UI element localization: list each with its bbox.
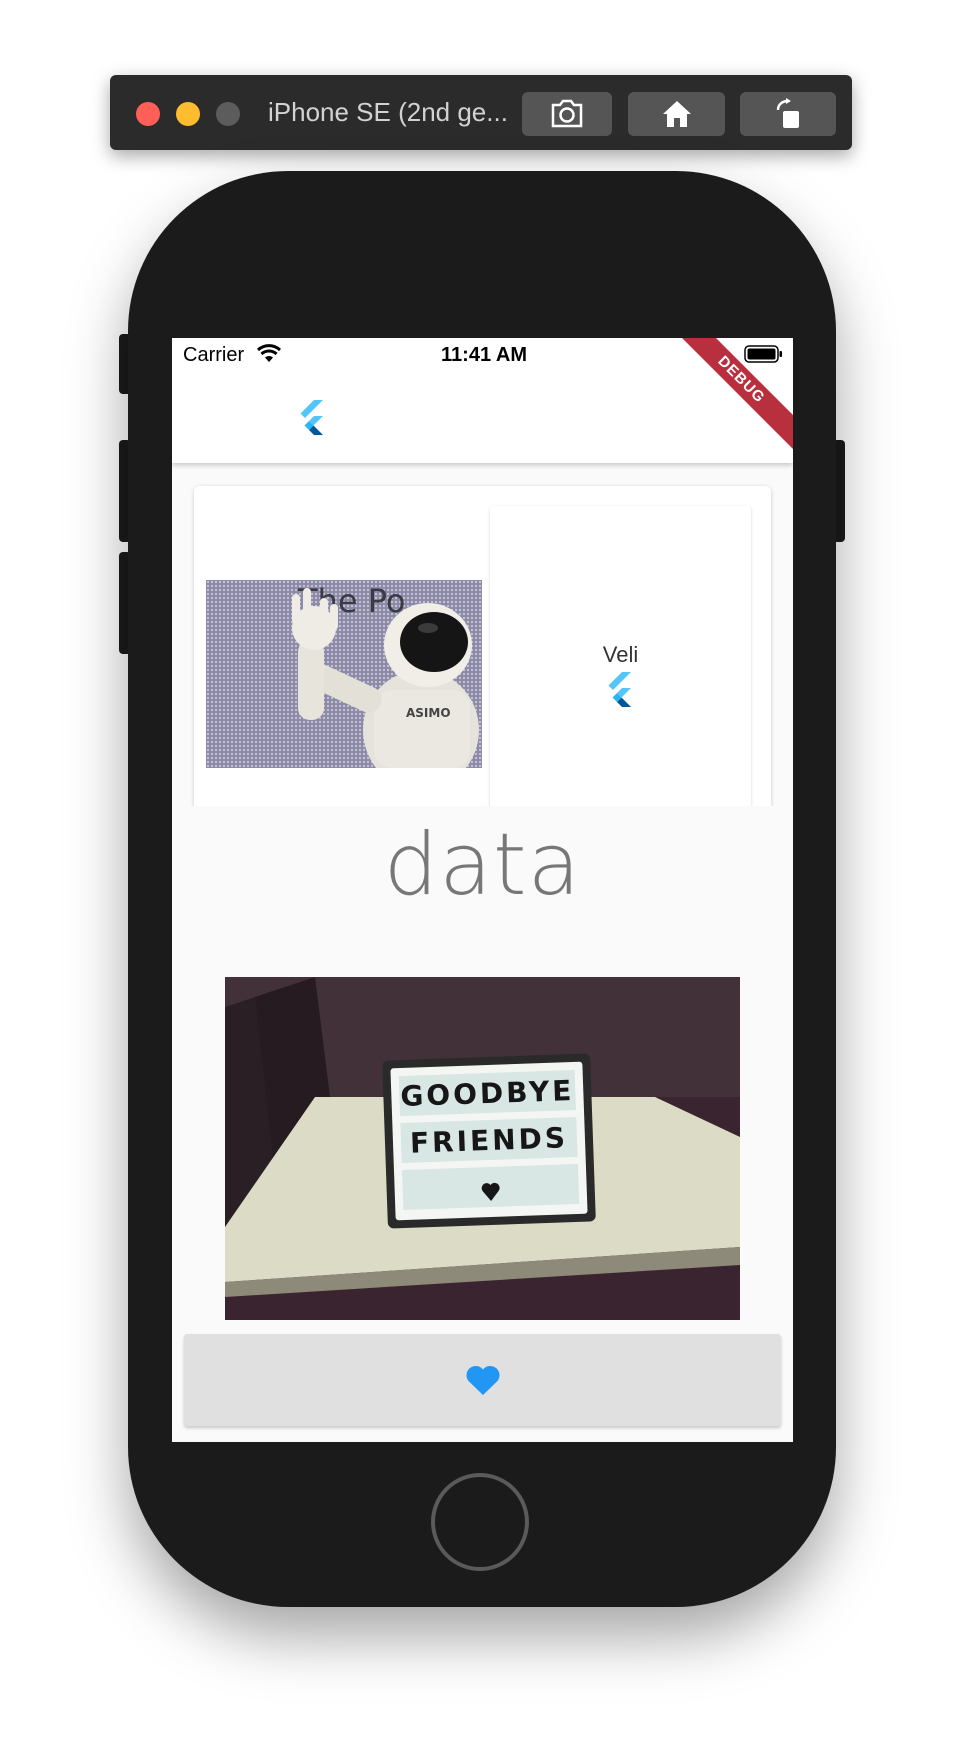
close-window-button[interactable] [136,102,160,126]
rotate-icon [776,98,799,128]
favorite-button[interactable] [184,1334,781,1426]
wifi-icon [256,344,282,362]
app-screen: Carrier 11:41 AM DEBUG The Po ASIMO Veli… [172,338,793,1442]
flutter-logo-icon [608,672,631,707]
home-icon [662,101,691,127]
data-heading: data [383,815,582,915]
lower-section: data GOODBYE FRIENDS [172,806,793,1442]
card-label: Veli [602,642,639,667]
heart-icon [465,1365,500,1395]
screenshot-button[interactable] [522,92,612,136]
camera-icon [551,99,583,128]
goodbye-friends-photo: GOODBYE FRIENDS [225,977,740,1320]
rotate-button[interactable] [740,92,836,136]
app-bar: Carrier 11:41 AM DEBUG [172,338,793,463]
home-toolbar-button[interactable] [628,92,725,136]
minimize-window-button[interactable] [176,102,200,126]
svg-text:FRIENDS: FRIENDS [409,1121,568,1159]
carrier-label: Carrier [183,344,245,366]
battery-icon [744,345,782,363]
svg-text:ASIMO: ASIMO [406,706,451,720]
simulator-title: iPhone SE (2nd ge... [268,97,508,127]
status-time: 11:41 AM [441,344,527,366]
svg-text:GOODBYE: GOODBYE [400,1074,575,1113]
robot-photo: The Po ASIMO [206,580,482,768]
simulator-toolbar: iPhone SE (2nd ge... [110,75,852,150]
flutter-logo-icon [300,400,323,435]
home-button[interactable] [431,1473,529,1571]
zoom-window-button[interactable] [216,102,240,126]
